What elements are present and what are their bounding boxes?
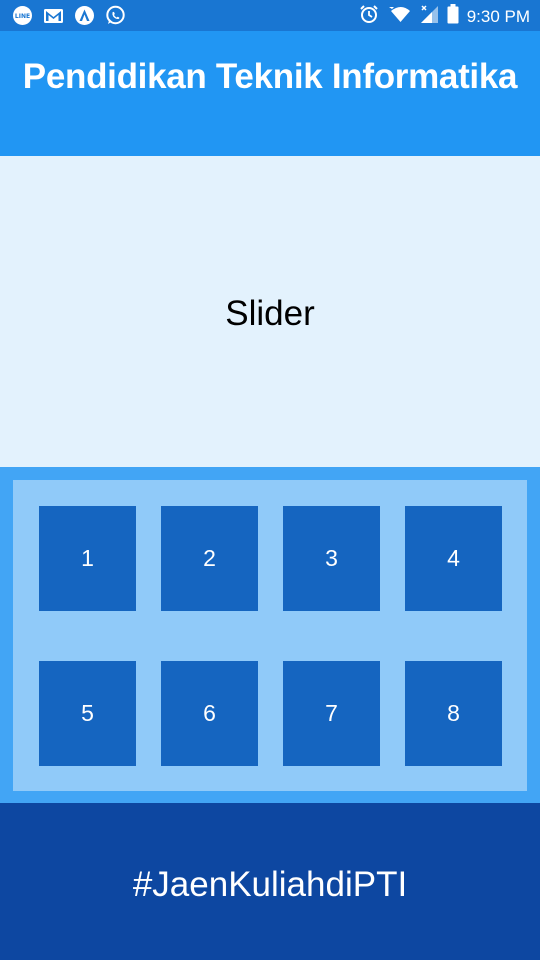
menu-tile-8[interactable]: 8 [405,661,502,766]
vpn-icon [74,5,95,26]
signal-icon [419,4,439,29]
system-status: 9:30 PM [359,4,530,29]
line-icon: LINE [12,5,33,26]
menu-tile-1[interactable]: 1 [39,506,136,611]
page-title: Pendidikan Teknik Informatika [22,57,518,96]
menu-tile-3[interactable]: 3 [283,506,380,611]
alarm-icon [359,4,379,29]
whatsapp-icon [105,5,126,26]
battery-icon [447,4,459,29]
clock: 9:30 PM [466,6,530,26]
footer: #JaenKuliahdiPTI [0,803,540,960]
wifi-icon [387,4,411,29]
app-header: Pendidikan Teknik Informatika [0,31,540,156]
slider[interactable]: Slider [0,156,540,467]
menu-tile-6[interactable]: 6 [161,661,258,766]
menu-panel: 1 2 3 4 5 6 7 8 [0,467,540,803]
footer-hashtag: #JaenKuliahdiPTI [132,865,408,904]
gmail-icon [43,5,64,26]
menu-tile-2[interactable]: 2 [161,506,258,611]
app-screen: LINE 9:30 PM Pendidikan Teknik Informati… [0,0,540,960]
notification-icons: LINE [12,5,126,26]
status-bar: LINE 9:30 PM [0,0,540,31]
menu-grid: 1 2 3 4 5 6 7 8 [13,480,527,791]
svg-text:LINE: LINE [15,13,30,20]
menu-tile-4[interactable]: 4 [405,506,502,611]
menu-tile-5[interactable]: 5 [39,661,136,766]
slider-label: Slider [225,294,315,333]
menu-tile-7[interactable]: 7 [283,661,380,766]
